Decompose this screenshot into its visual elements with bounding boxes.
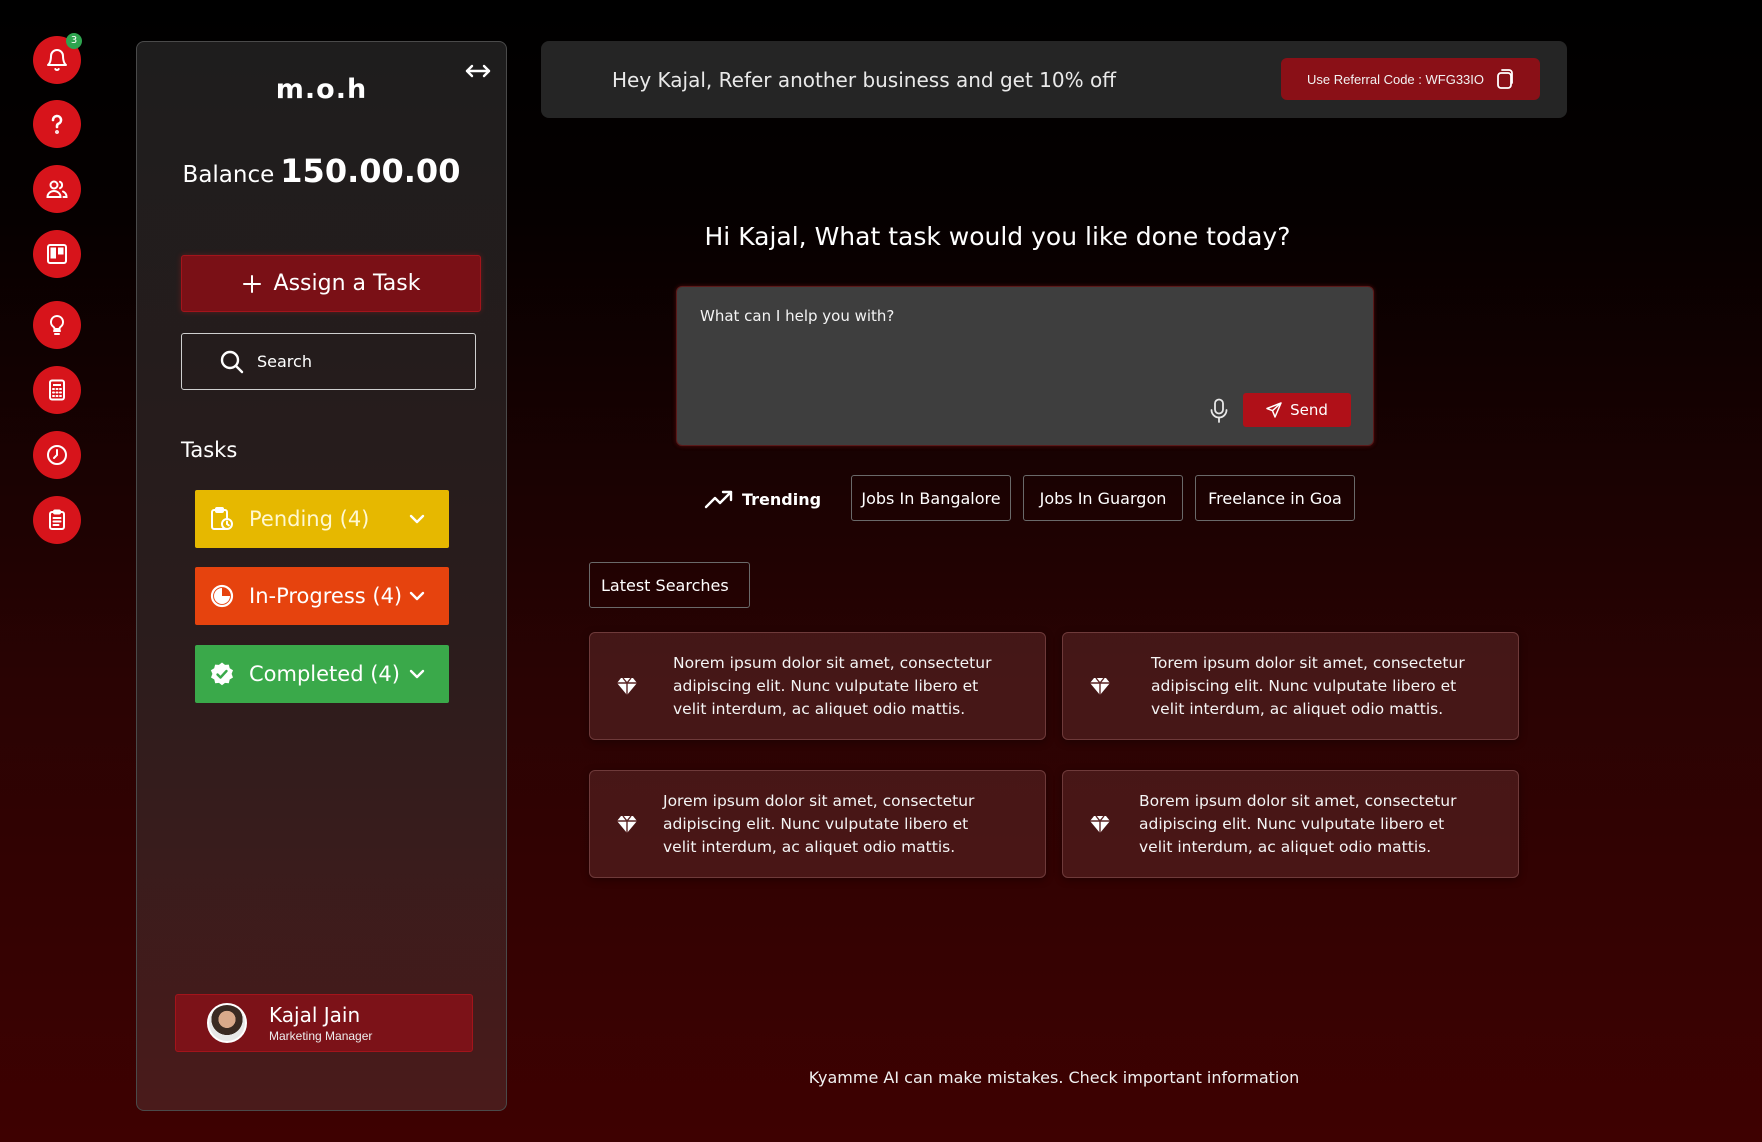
tasks-heading: Tasks	[181, 438, 238, 462]
plus-icon	[242, 274, 261, 293]
notification-count-badge: 3	[66, 33, 82, 49]
trending-chip[interactable]: Jobs In Bangalore	[851, 475, 1011, 521]
chevron-down-icon	[409, 514, 425, 524]
diamond-icon	[617, 677, 637, 695]
clock-icon	[47, 445, 67, 465]
ideas-button[interactable]	[33, 301, 81, 349]
task-in-progress-label: In-Progress (4)	[249, 584, 403, 608]
copy-icon	[1497, 69, 1513, 89]
chevron-down-icon	[409, 591, 425, 601]
assign-task-button[interactable]: Assign a Task	[181, 255, 481, 312]
referral-code-label: Use Referral Code : WFG33IO	[1307, 71, 1484, 87]
expand-collapse-icon[interactable]	[464, 60, 492, 82]
search-card[interactable]: Norem ipsum dolor sit amet, consectetur …	[589, 632, 1046, 740]
brand-logo: m.o.h	[275, 74, 368, 105]
send-icon	[1266, 402, 1282, 418]
page-greeting: Hi Kajal, What task would you like done …	[704, 222, 1291, 251]
calculator-icon	[49, 379, 65, 401]
search-card-text: Jorem ipsum dolor sit amet, consectetur …	[663, 791, 975, 856]
history-button[interactable]	[33, 431, 81, 479]
clipboard-icon	[49, 509, 65, 530]
search-icon	[220, 350, 244, 373]
latest-searches-label: Latest Searches	[589, 562, 750, 608]
profile-details: Kajal Jain Marketing Manager	[269, 1003, 372, 1043]
profile-name: Kajal Jain	[269, 1003, 361, 1027]
user-profile-card[interactable]: Kajal Jain Marketing Manager	[175, 994, 473, 1052]
bell-icon	[47, 49, 67, 71]
avatar	[207, 1003, 247, 1043]
send-button[interactable]: Send	[1243, 393, 1351, 427]
task-in-progress-dropdown[interactable]: In-Progress (4)	[195, 567, 449, 625]
search-input[interactable]: Search	[181, 333, 476, 390]
referral-message: Hey Kajal, Refer another business and ge…	[612, 67, 1116, 92]
chevron-down-icon	[409, 669, 425, 679]
task-pending-label: Pending (4)	[249, 507, 370, 531]
search-card[interactable]: Torem ipsum dolor sit amet, consectetur …	[1062, 632, 1519, 740]
trending-chip[interactable]: Jobs In Guargon	[1023, 475, 1183, 521]
search-card-text: Norem ipsum dolor sit amet, consectetur …	[673, 653, 992, 718]
search-card[interactable]: Borem ipsum dolor sit amet, consectetur …	[1062, 770, 1519, 878]
trending-text: Trending	[742, 489, 822, 509]
calculator-button[interactable]	[33, 366, 81, 414]
referral-code-button[interactable]: Use Referral Code : WFG33IO	[1281, 58, 1540, 100]
disclaimer-text: Kyamme AI can make mistakes. Check impor…	[808, 1068, 1300, 1087]
trending-chip[interactable]: Freelance in Goa	[1195, 475, 1355, 521]
microphone-icon[interactable]	[1209, 398, 1229, 424]
trending-label: Trending	[704, 487, 821, 511]
diamond-icon	[1090, 677, 1110, 695]
help-button[interactable]	[33, 100, 81, 148]
diamond-icon	[1090, 815, 1110, 833]
search-card-text: Torem ipsum dolor sit amet, consectetur …	[1151, 653, 1465, 718]
assign-task-label: Assign a Task	[273, 271, 421, 296]
referral-banner: Hey Kajal, Refer another business and ge…	[541, 41, 1567, 118]
sidebar-panel: m.o.h Balance 150.00.00 Assign a Task Sea…	[136, 41, 507, 1111]
search-placeholder: Search	[257, 352, 312, 371]
help-icon	[51, 114, 63, 134]
prompt-composer: Send	[676, 286, 1374, 446]
board-button[interactable]	[33, 230, 81, 278]
notifications-button[interactable]: 3	[33, 33, 82, 84]
board-icon	[47, 244, 67, 264]
verified-check-icon	[210, 662, 233, 686]
task-completed-label: Completed (4)	[249, 662, 400, 686]
reports-button[interactable]	[33, 496, 81, 544]
send-label: Send	[1290, 401, 1328, 419]
search-card[interactable]: Jorem ipsum dolor sit amet, consectetur …	[589, 770, 1046, 878]
prompt-input[interactable]	[700, 307, 1340, 377]
balance-display: Balance 150.00.00	[137, 152, 506, 190]
trending-up-icon	[704, 490, 733, 509]
task-pending-dropdown[interactable]: Pending (4)	[195, 490, 449, 548]
team-button[interactable]	[33, 165, 81, 213]
lightbulb-icon	[49, 314, 65, 335]
task-completed-dropdown[interactable]: Completed (4)	[195, 645, 449, 703]
balance-amount: 150.00.00	[280, 152, 461, 190]
diamond-icon	[617, 815, 637, 833]
search-card-text: Borem ipsum dolor sit amet, consectetur …	[1139, 791, 1457, 856]
team-icon	[46, 180, 68, 198]
progress-circle-icon	[210, 584, 234, 608]
clipboard-clock-icon	[211, 507, 233, 530]
profile-role: Marketing Manager	[269, 1029, 373, 1043]
balance-label: Balance	[182, 162, 275, 188]
